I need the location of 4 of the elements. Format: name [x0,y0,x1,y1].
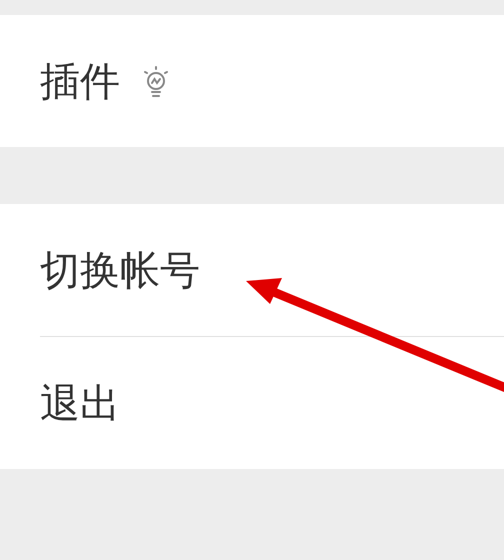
lightbulb-icon [142,65,170,97]
menu-item[interactable]: 切换帐号 [40,242,200,298]
menu-item[interactable]: 退出 [40,376,120,430]
menu-item[interactable]: 插件 [40,54,120,108]
